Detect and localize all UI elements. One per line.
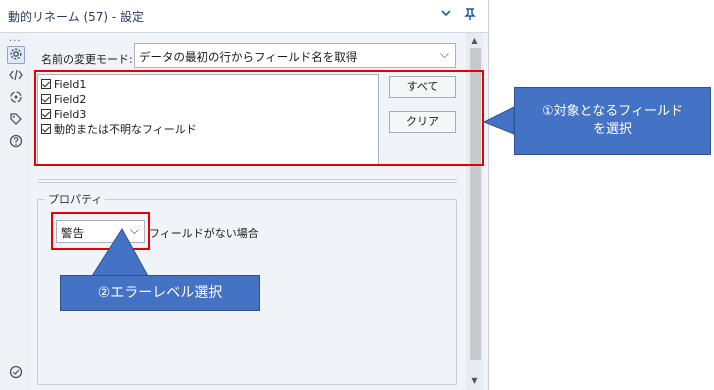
chevron-down-icon[interactable] [438,7,454,23]
rename-mode-dropdown[interactable]: データの最初の行からフィールド名を取得 ⌵ [134,43,456,68]
callout-error-level: ②エラーレベル選択 [60,275,260,311]
code-icon[interactable] [7,68,25,86]
configuration-panel: 動的リネーム (57) - 設定 ... ▲ ▼ 名前の変更モード: データの最… [0,0,489,390]
rename-mode-label: 名前の変更モード: [41,53,133,66]
connection-icon[interactable] [7,90,25,108]
help-icon[interactable] [7,134,25,152]
tool-sidebar: ... [0,33,31,390]
tag-icon[interactable] [7,112,25,130]
check-circle-icon[interactable] [7,365,25,383]
divider [38,179,457,180]
error-level-label: フィールドがない場合 [149,227,259,240]
highlight-field-selection [34,70,484,166]
scroll-down-arrow[interactable]: ▼ [466,374,483,388]
divider [38,182,457,183]
properties-group-label: プロパティ [45,191,106,207]
gear-icon[interactable] [7,46,25,64]
title-bar: 動的リネーム (57) - 設定 [0,0,488,33]
highlight-error-level [51,212,150,250]
window-title: 動的リネーム (57) - 設定 [8,10,145,24]
rename-mode-value: データの最初の行からフィールド名を取得 [139,50,358,64]
chevron-down-icon: ⌵ [439,47,449,61]
scroll-up-arrow[interactable]: ▲ [466,34,483,48]
callout-field-selection: ①対象となるフィールド を選択 [514,87,711,155]
pin-icon[interactable] [462,7,478,23]
more-dots[interactable]: ... [9,33,22,44]
